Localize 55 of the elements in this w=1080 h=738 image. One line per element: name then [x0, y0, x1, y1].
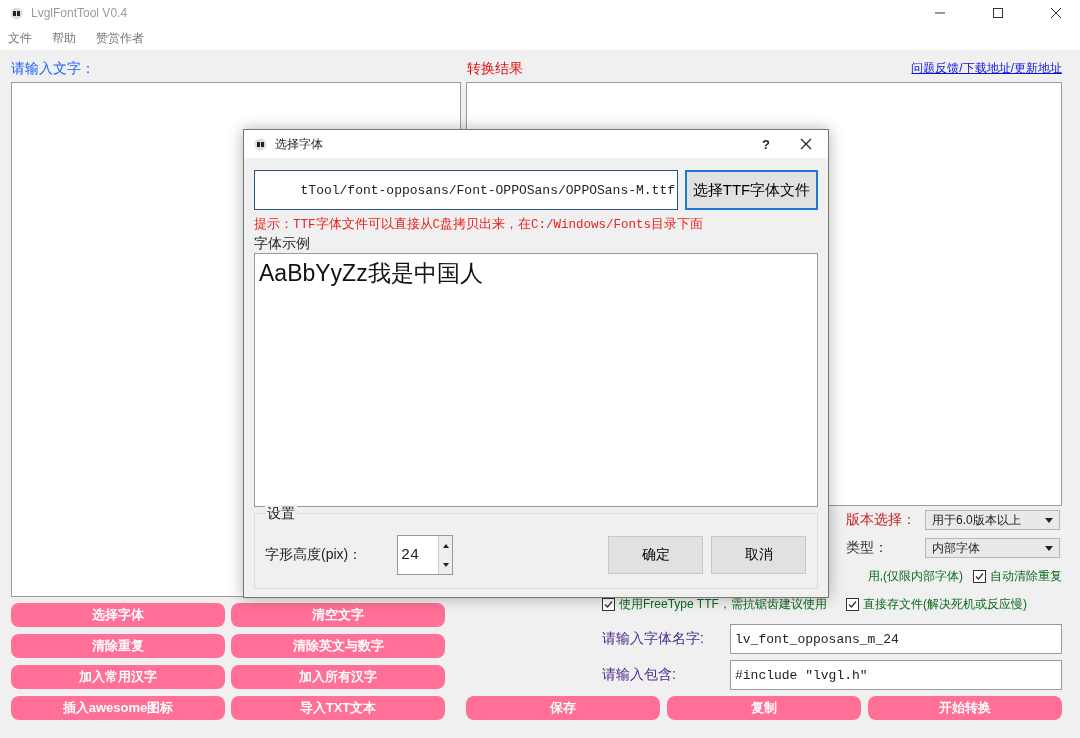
- browse-button[interactable]: 选择TTF字体文件: [685, 170, 818, 210]
- type-label: 类型：: [846, 539, 889, 557]
- action-button[interactable]: 清除重复: [11, 634, 225, 658]
- dialog-button[interactable]: 确定: [608, 536, 703, 574]
- version-label: 版本选择：: [846, 511, 917, 529]
- action-button[interactable]: 选择字体: [11, 603, 225, 627]
- include-label: 请输入包含:: [602, 666, 677, 684]
- window-title: LvglFontTool V0.4: [31, 6, 128, 20]
- help-button[interactable]: ?: [762, 136, 770, 152]
- height-label: 字形高度(pix)：: [265, 546, 364, 564]
- input-label: 请输入文字：: [11, 59, 96, 78]
- path-field[interactable]: tTool/font-opposans/Font-OPPOSans/OPPOSans-M.ttf: [254, 170, 678, 210]
- feedback-link[interactable]: 问题反馈/下载地址/更新地址: [911, 56, 1062, 80]
- caret-icon: [1045, 545, 1053, 551]
- hint-text: 提示：TTF字体文件可以直接从C盘拷贝出来，在C:/Windows/Fonts目录下面: [254, 216, 705, 233]
- checkbox-label: 用,(仅限内部字体): [867, 567, 963, 585]
- group-title: 设置: [265, 505, 297, 523]
- down-arrow-icon: [442, 562, 449, 567]
- menu-item[interactable]: 帮助: [52, 29, 76, 47]
- close-icon: [800, 138, 812, 150]
- preview-text: AaBbYyZz我是中国人: [259, 260, 483, 286]
- menu-item[interactable]: 赞赏作者: [96, 29, 144, 47]
- app-logo-icon: [254, 137, 267, 151]
- checkbox-label: 使用FreeType TTF，需抗锯齿建议使用: [619, 595, 827, 613]
- font-name-label: 请输入字体名字:: [602, 630, 705, 648]
- app-logo-icon: [10, 6, 23, 20]
- action-button[interactable]: 清除英文与数字: [231, 634, 445, 658]
- type-dropdown[interactable]: 内部字体: [925, 538, 1060, 558]
- action-button[interactable]: 插入awesome图标: [11, 696, 225, 720]
- checkbox[interactable]: [973, 569, 986, 583]
- include-field[interactable]: #include "lvgl.h": [730, 660, 1062, 690]
- action-button[interactable]: 导入TXT文本: [231, 696, 445, 720]
- action-button[interactable]: 清空文字: [231, 603, 445, 627]
- checkbox[interactable]: [846, 597, 859, 611]
- action-button[interactable]: 开始转换: [868, 696, 1062, 720]
- checkbox-label: 自动清除重复: [990, 567, 1062, 585]
- preview-label: 字体示例: [254, 235, 311, 253]
- spin-up-button[interactable]: [439, 536, 452, 555]
- action-button[interactable]: 保存: [466, 696, 660, 720]
- caret-icon: [1045, 517, 1053, 523]
- maximize-icon: [992, 7, 1004, 19]
- menu-item[interactable]: 文件: [8, 29, 32, 47]
- font-name-field[interactable]: lv_font_opposans_m_24: [730, 624, 1062, 654]
- close-icon: [1050, 7, 1062, 19]
- up-arrow-icon: [442, 543, 449, 548]
- action-button[interactable]: 复制: [667, 696, 861, 720]
- dialog-button[interactable]: 取消: [711, 536, 806, 574]
- spin-down-button[interactable]: [439, 555, 452, 574]
- checkbox-label: 直接存文件(解决死机或反应慢): [863, 595, 1027, 613]
- dialog-title: 选择字体: [275, 135, 323, 153]
- result-label: 转换结果: [467, 59, 523, 78]
- height-spinbox[interactable]: 24: [397, 535, 453, 575]
- version-dropdown[interactable]: 用于6.0版本以上: [925, 510, 1060, 530]
- action-button[interactable]: 加入常用汉字: [11, 665, 225, 689]
- action-button[interactable]: 加入所有汉字: [231, 665, 445, 689]
